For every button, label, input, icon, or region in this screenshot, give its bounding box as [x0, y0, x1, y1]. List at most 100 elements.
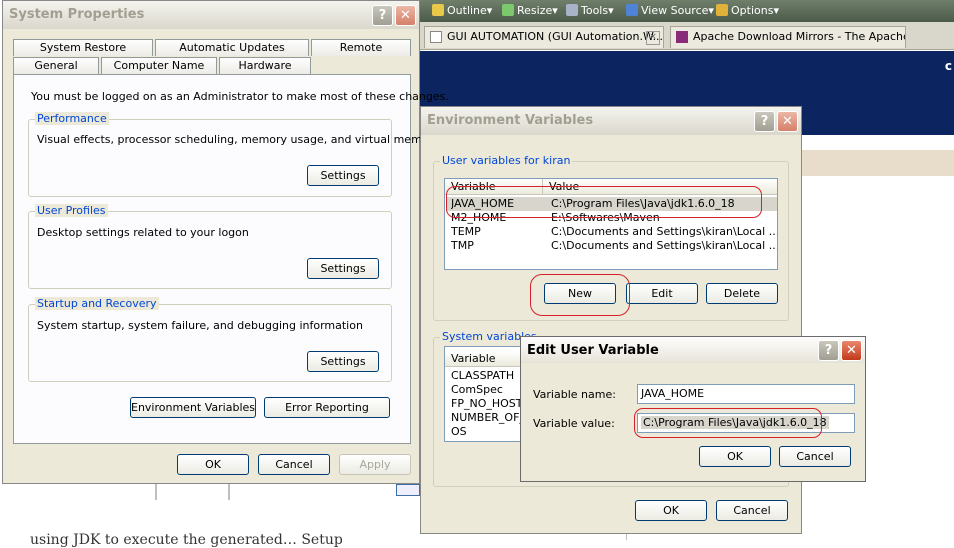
tab-label: Remote: [339, 41, 383, 54]
tools-menu[interactable]: Tools▾: [566, 3, 614, 19]
variable-value-label: Variable value:: [533, 417, 615, 430]
variable-name-input[interactable]: JAVA_HOME: [637, 384, 855, 404]
environment-variables-button[interactable]: Environment Variables: [130, 397, 256, 418]
wrench-icon: [566, 4, 578, 16]
help-icon[interactable]: ?: [372, 5, 393, 26]
button-label: Environment Variables: [131, 401, 256, 414]
env-cancel-button[interactable]: Cancel: [716, 500, 788, 521]
tab-remote[interactable]: Remote: [311, 39, 411, 56]
tab-computer-name[interactable]: Computer Name: [101, 57, 217, 74]
browser-tab-apache[interactable]: Apache Download Mirrors - The Apache...: [670, 26, 906, 48]
table-cell-variable: TEMP: [451, 225, 481, 238]
outline-menu[interactable]: Outline▾: [432, 3, 492, 19]
button-label: OK: [727, 450, 743, 463]
button-label: Cancel: [275, 458, 313, 471]
system-properties-titlebar[interactable]: System Properties ? ✕: [3, 1, 419, 29]
button-label: Settings: [320, 262, 366, 275]
close-icon[interactable]: ✕: [777, 111, 798, 132]
window-title: Edit User Variable: [527, 343, 659, 358]
table-cell-variable[interactable]: OS: [451, 425, 467, 439]
performance-group: Performance Visual effects, processor sc…: [28, 112, 440, 197]
button-label: Apply: [359, 458, 391, 471]
tools-label: Tools: [581, 4, 609, 17]
feather-icon: [676, 31, 688, 43]
page-body-text: using JDK to execute the generated… Setu…: [30, 532, 343, 548]
delete-variable-button[interactable]: Delete: [706, 283, 778, 304]
user-profiles-settings-button[interactable]: Settings: [307, 258, 379, 279]
annotation-java-home-row: [446, 186, 762, 218]
table-cell-variable[interactable]: FP_NO_HOST_: [451, 397, 528, 411]
advanced-tab-panel: You must be logged on as an Administrato…: [13, 74, 449, 444]
button-label: OK: [663, 504, 679, 517]
options-menu[interactable]: Options▾: [716, 3, 779, 19]
tab-hardware[interactable]: Hardware: [219, 57, 311, 74]
input-value: JAVA_HOME: [641, 387, 705, 400]
close-icon[interactable]: ✕: [395, 5, 416, 26]
button-label: Settings: [320, 169, 366, 182]
source-icon: [626, 4, 638, 16]
tab-automatic-updates[interactable]: Automatic Updates: [155, 39, 309, 56]
resize-icon: [502, 4, 514, 16]
table-cell-variable[interactable]: CLASSPATH: [451, 369, 514, 383]
window-title: Environment Variables: [427, 113, 594, 128]
edit-var-titlebar[interactable]: Edit User Variable ? ✕: [521, 337, 865, 363]
page-strip: [800, 150, 954, 176]
startup-recovery-group: Startup and Recovery System startup, sys…: [28, 297, 392, 382]
browser-tab-gui-automation[interactable]: GUI AUTOMATION (GUI Automation.W... ×: [424, 26, 664, 48]
page-rule: [228, 484, 230, 500]
system-properties-window: System Properties ? ✕ System Restore Aut…: [2, 0, 449, 484]
options-label: Options: [731, 4, 774, 17]
system-ok-button[interactable]: OK: [177, 454, 249, 475]
page-rule: [155, 484, 157, 500]
view-source-label: View Source: [641, 4, 709, 17]
resize-menu[interactable]: Resize▾: [502, 3, 558, 19]
tab-label: GUI AUTOMATION (GUI Automation.W...: [447, 30, 664, 43]
tab-label: Computer Name: [113, 59, 205, 72]
system-apply-button[interactable]: Apply: [339, 454, 411, 475]
edit-variable-button[interactable]: Edit: [626, 283, 698, 304]
tab-label: General: [34, 59, 78, 72]
error-reporting-button[interactable]: Error Reporting: [264, 397, 390, 418]
resize-label: Resize: [517, 4, 553, 17]
annotation-new-button: [530, 274, 630, 316]
close-tab-icon[interactable]: ×: [646, 31, 660, 45]
edit-var-ok-button[interactable]: OK: [699, 446, 771, 467]
tab-general[interactable]: General: [13, 57, 99, 74]
table-cell-value: C:\Documents and Settings\kiran\Local ..…: [551, 239, 778, 252]
banner-text: c: [944, 59, 952, 73]
button-label: Settings: [320, 355, 366, 368]
view-source-menu[interactable]: View Source▾: [626, 3, 714, 19]
env-titlebar[interactable]: Environment Variables ? ✕: [421, 107, 801, 135]
help-icon[interactable]: ?: [754, 111, 775, 132]
help-icon[interactable]: ?: [818, 340, 839, 361]
button-label: Edit: [651, 287, 673, 300]
group-label: User variables for kiran: [440, 154, 573, 167]
startup-settings-button[interactable]: Settings: [307, 351, 379, 372]
edit-var-cancel-button[interactable]: Cancel: [779, 446, 851, 467]
button-label: Error Reporting: [285, 401, 369, 414]
table-cell-value: C:\Documents and Settings\kiran\Local ..…: [551, 225, 778, 238]
button-label: Cancel: [733, 504, 771, 517]
browser-toolbar: Outline▾ Resize▾ Tools▾ View Source▾ Opt…: [420, 0, 954, 22]
tab-label: System Restore: [39, 41, 127, 54]
group-label: User Profiles: [35, 204, 108, 217]
group-label: Startup and Recovery: [35, 297, 159, 310]
pencil-icon: [432, 4, 444, 16]
system-cancel-button[interactable]: Cancel: [258, 454, 330, 475]
group-description: Desktop settings related to your logon: [37, 226, 249, 239]
performance-settings-button[interactable]: Settings: [307, 165, 379, 186]
tab-system-restore[interactable]: System Restore: [13, 39, 153, 56]
tab-label: Apache Download Mirrors - The Apache...: [693, 30, 906, 43]
table-cell-variable[interactable]: ComSpec: [451, 383, 503, 397]
tab-label: Automatic Updates: [179, 41, 285, 54]
button-label: OK: [205, 458, 221, 471]
outline-label: Outline: [447, 4, 487, 17]
button-label: Cancel: [796, 450, 834, 463]
browser-tab-strip: GUI AUTOMATION (GUI Automation.W... × Ap…: [420, 22, 954, 50]
group-description: System startup, system failure, and debu…: [37, 319, 363, 332]
close-icon[interactable]: ✕: [841, 340, 862, 361]
group-description: Visual effects, processor scheduling, me…: [37, 133, 440, 146]
window-title: System Properties: [9, 7, 145, 22]
user-profiles-group: User Profiles Desktop settings related t…: [28, 204, 392, 289]
env-ok-button[interactable]: OK: [635, 500, 707, 521]
